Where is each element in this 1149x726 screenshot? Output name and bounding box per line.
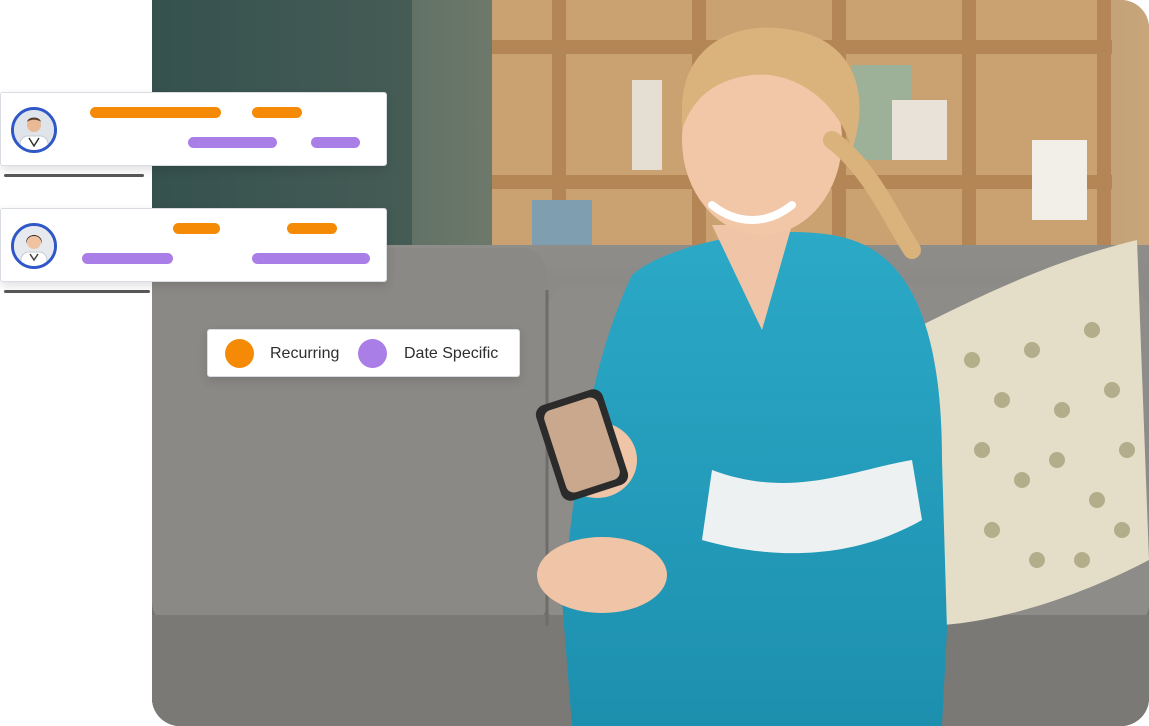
card-shadow-line <box>4 290 150 293</box>
schedule-card[interactable] <box>0 208 387 282</box>
date-specific-availability-bar <box>311 137 360 148</box>
recurring-legend-swatch <box>225 339 254 368</box>
date-specific-legend-label: Date Specific <box>404 345 499 362</box>
date-specific-availability-bar <box>188 137 277 148</box>
male-doctor-avatar-icon <box>11 107 57 153</box>
recurring-availability-bar <box>252 107 302 118</box>
recurring-availability-bar <box>173 223 220 234</box>
card-shadow-line <box>4 174 144 177</box>
female-doctor-avatar-icon <box>11 223 57 269</box>
date-specific-availability-bar <box>82 253 173 264</box>
legend: Recurring Date Specific <box>207 329 520 377</box>
recurring-availability-bar <box>287 223 337 234</box>
schedule-card[interactable] <box>0 92 387 166</box>
recurring-legend-label: Recurring <box>270 345 340 362</box>
date-specific-availability-bar <box>252 253 370 264</box>
date-specific-legend-swatch <box>358 339 387 368</box>
recurring-availability-bar <box>90 107 221 118</box>
